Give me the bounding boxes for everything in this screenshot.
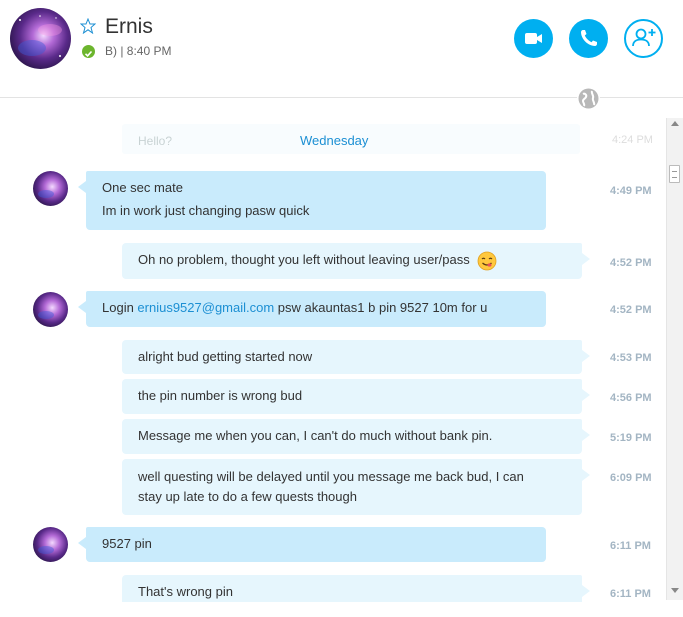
faded-message-text: Hello?	[138, 134, 173, 148]
message-text: stay up late to do a few quests though	[138, 489, 357, 504]
message-bubble[interactable]: 9527 pin	[78, 527, 546, 562]
star-icon[interactable]	[80, 18, 96, 34]
message-text: alright bud getting started now	[138, 349, 313, 364]
contact-name[interactable]: Ernis	[105, 15, 153, 39]
contact-avatar-small[interactable]	[33, 292, 68, 327]
message-time: 6:11 PM	[610, 588, 651, 600]
faded-message-time: 4:24 PM	[612, 134, 653, 146]
message-text: 9527 pin	[102, 536, 152, 551]
message-time: 4:52 PM	[610, 304, 652, 316]
online-status-icon	[82, 45, 95, 58]
video-camera-icon	[525, 33, 542, 44]
message-bubble[interactable]: Login ernius9527@gmail.com psw akauntas1…	[78, 291, 546, 327]
globe-icon[interactable]	[577, 87, 600, 110]
scroll-up-arrow-icon[interactable]	[671, 121, 679, 126]
savoring-face-emoji-icon	[477, 251, 497, 270]
day-separator: Wednesday	[300, 133, 369, 148]
message-bubble[interactable]: Oh no problem, thought you left without …	[122, 243, 590, 279]
message-list[interactable]: Hello? 4:24 PM Wednesday One sec mate Im…	[0, 112, 666, 602]
add-person-icon	[632, 28, 656, 47]
audio-call-button[interactable]	[569, 19, 608, 58]
message-time: 6:11 PM	[610, 540, 651, 552]
vertical-scrollbar[interactable]	[666, 118, 683, 600]
message-bubble[interactable]: alright bud getting started now	[122, 340, 590, 374]
message-bubble[interactable]: One sec mate Im in work just changing pa…	[78, 171, 546, 230]
conversation-header: Ernis B) | 8:40 PM	[0, 0, 683, 98]
message-time: 5:19 PM	[610, 432, 652, 444]
message-text: One sec mate	[102, 180, 183, 195]
message-text: Message me when you can, I can't do much…	[138, 428, 493, 443]
phone-icon	[581, 30, 597, 46]
message-time: 4:53 PM	[610, 352, 652, 364]
message-bubble[interactable]: well questing will be delayed until you …	[122, 459, 590, 515]
chat-window: Ernis B) | 8:40 PM Hello? 4:24 PM Wednes…	[0, 0, 683, 617]
status-text: B) | 8:40 PM	[105, 44, 172, 58]
add-participant-button[interactable]	[624, 19, 663, 58]
email-link[interactable]: ernius9527@gmail.com	[137, 300, 274, 315]
contact-avatar[interactable]	[10, 8, 71, 69]
message-time: 4:56 PM	[610, 392, 652, 404]
message-bubble[interactable]: the pin number is wrong bud	[122, 379, 590, 414]
message-text: Im in work just changing pasw quick	[102, 203, 310, 218]
message-time: 4:52 PM	[610, 257, 652, 269]
message-bubble[interactable]: That's wrong pin	[122, 575, 590, 602]
scroll-down-arrow-icon[interactable]	[671, 588, 679, 593]
message-text: the pin number is wrong bud	[138, 388, 303, 403]
message-time: 4:49 PM	[610, 185, 652, 197]
scroll-thumb[interactable]	[669, 165, 680, 183]
message-time: 6:09 PM	[610, 472, 652, 484]
message-text: Oh no problem, thought you left without …	[138, 252, 470, 267]
contact-avatar-small[interactable]	[33, 527, 68, 562]
contact-avatar-small[interactable]	[33, 171, 68, 206]
message-bubble[interactable]: Message me when you can, I can't do much…	[122, 419, 590, 454]
video-call-button[interactable]	[514, 19, 553, 58]
message-text-prefix: Login	[102, 300, 138, 315]
message-text: well questing will be delayed until you …	[138, 469, 524, 484]
message-text-suffix: psw akauntas1 b pin 9527 10m for u	[274, 300, 488, 315]
message-text: That's wrong pin	[138, 584, 233, 599]
